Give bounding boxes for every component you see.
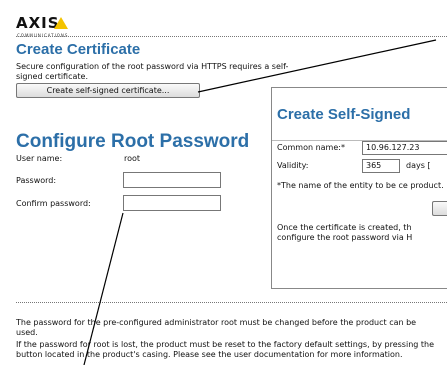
create-self-signed-panel: Create Self-Signed Common name:* 10.96.1… (271, 87, 447, 289)
common-name-note: *The name of the entity to be ce product… (277, 181, 444, 190)
admin-password-notice: The password for the pre-configured admi… (16, 318, 417, 337)
self-signed-title: Create Self-Signed (277, 106, 411, 123)
create-certificate-title: Create Certificate (16, 41, 141, 58)
common-name-label: Common name:* (277, 143, 345, 152)
password-field[interactable] (123, 172, 221, 188)
validity-value: 365 (366, 161, 382, 170)
bottom-divider (16, 302, 447, 303)
common-name-value: 10.96.127.23 (366, 143, 420, 152)
confirm-password-field[interactable] (123, 195, 221, 211)
lost-password-notice: If the password for root is lost, the pr… (16, 340, 435, 359)
validity-unit: days [ (406, 161, 431, 170)
create-self-signed-certificate-button[interactable]: Create self-signed certificate... (16, 83, 200, 98)
validity-field[interactable]: 365 (362, 159, 400, 173)
password-label: Password: (16, 176, 57, 185)
confirm-password-label: Confirm password: (16, 199, 91, 208)
header-divider (16, 36, 447, 37)
logo-triangle-icon (54, 17, 68, 29)
validity-label: Validity: (277, 161, 309, 170)
panel-footer-text: Once the certificate is created, th conf… (277, 223, 413, 242)
panel-ok-button[interactable] (432, 201, 447, 216)
common-name-field[interactable]: 10.96.127.23 (362, 141, 447, 155)
user-name-value: root (124, 154, 141, 163)
create-certificate-description: Secure configuration of the root passwor… (16, 62, 289, 81)
page: AXIS COMMUNICATIONS Create Certificate S… (0, 0, 447, 365)
user-name-label: User name: (16, 154, 63, 163)
configure-root-password-title: Configure Root Password (16, 131, 250, 152)
